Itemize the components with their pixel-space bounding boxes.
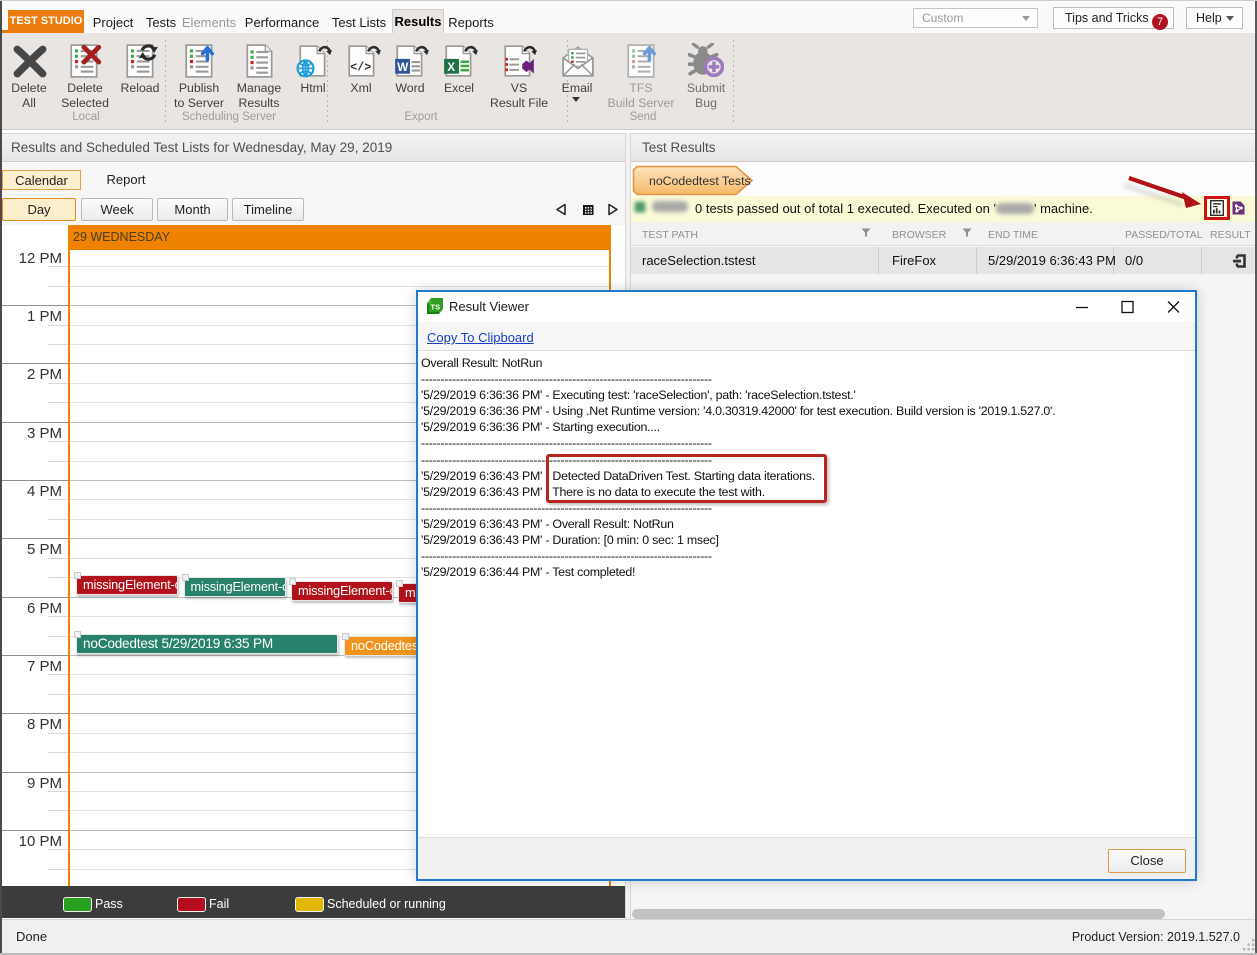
svg-text:TS: TS (431, 303, 441, 312)
svg-text:X: X (447, 61, 455, 74)
svg-text:noCodedtest Tests: noCodedtest Tests (649, 174, 751, 188)
svg-text:</>: </> (350, 62, 371, 75)
svg-text:W: W (397, 61, 408, 74)
